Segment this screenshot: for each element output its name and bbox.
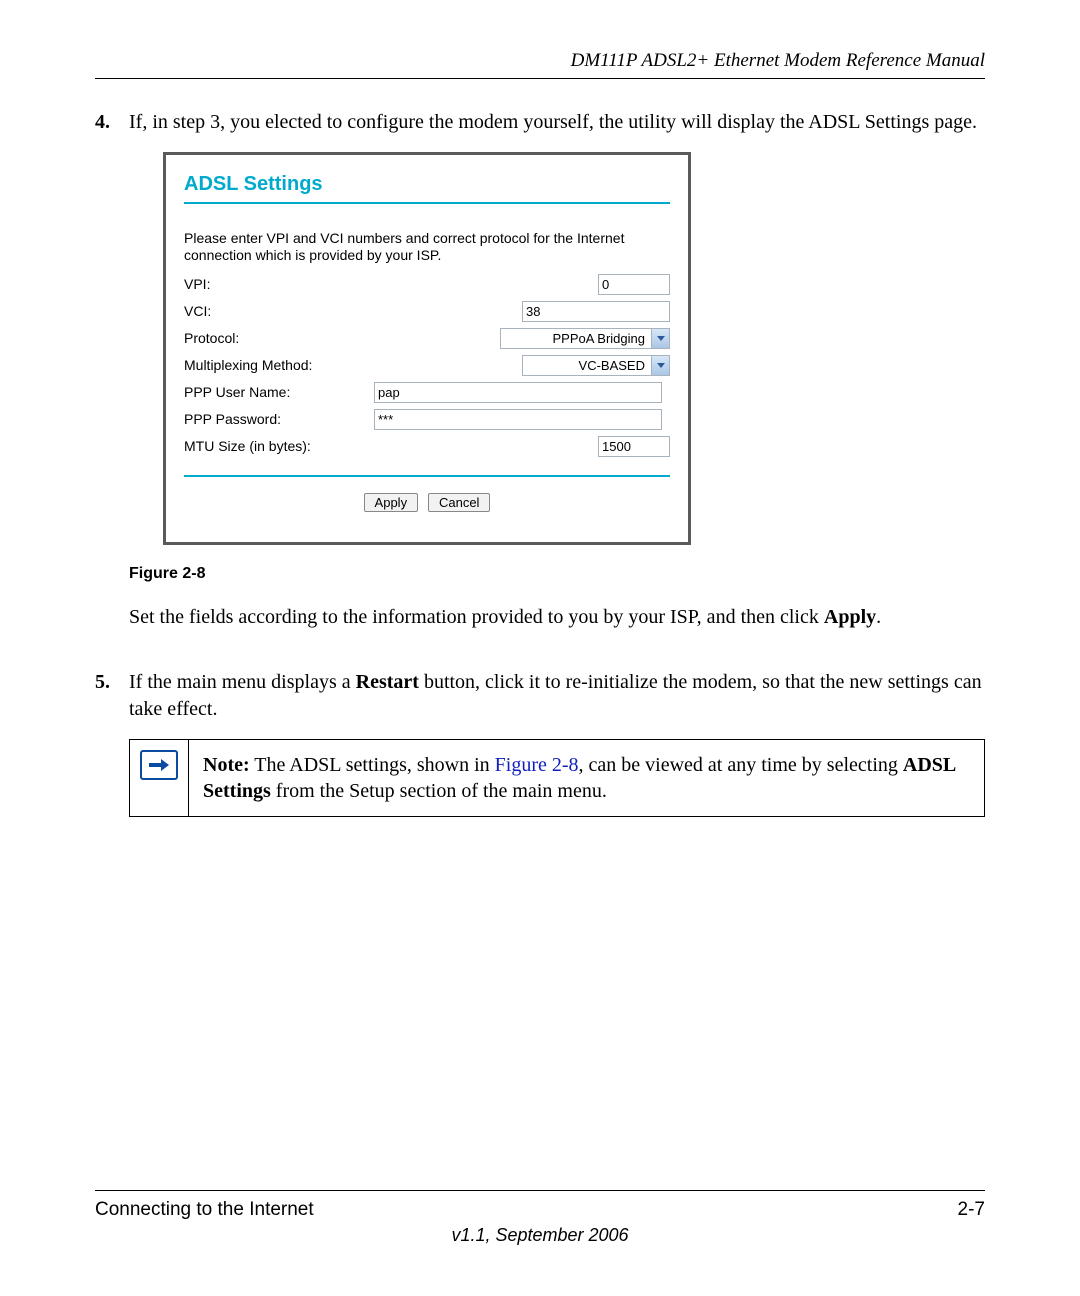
row-ppp-pass: PPP Password:	[184, 409, 670, 430]
row-vci: VCI:	[184, 301, 670, 322]
select-protocol[interactable]: PPPoA Bridging	[500, 328, 670, 349]
note-text-a: The ADSL settings, shown in	[250, 754, 495, 776]
chevron-down-icon	[651, 329, 669, 348]
footer-chapter: Connecting to the Internet	[95, 1199, 314, 1221]
footer: Connecting to the Internet 2-7 v1.1, Sep…	[95, 1190, 985, 1246]
apply-button[interactable]: Apply	[364, 493, 419, 512]
input-mtu[interactable]	[598, 436, 670, 457]
note-figure-link[interactable]: Figure 2-8	[495, 754, 579, 776]
step-5: 5. If the main menu displays a Restart b…	[95, 669, 985, 817]
row-ppp-user: PPP User Name:	[184, 382, 670, 403]
step-4-body: If, in step 3, you elected to configure …	[129, 109, 985, 649]
arrow-right-icon	[140, 750, 178, 780]
label-vci: VCI:	[184, 302, 374, 321]
adsl-settings-window: ADSL Settings Please enter VPI and VCI n…	[163, 152, 691, 545]
input-vpi[interactable]	[598, 274, 670, 295]
label-ppp-pass: PPP Password:	[184, 410, 374, 429]
step-5-body: If the main menu displays a Restart butt…	[129, 669, 985, 817]
figure-2-8: ADSL Settings Please enter VPI and VCI n…	[163, 152, 985, 545]
chevron-down-icon	[651, 356, 669, 375]
step-4: 4. If, in step 3, you elected to configu…	[95, 109, 985, 649]
figure-after-text: Set the fields according to the informat…	[129, 604, 985, 631]
step-4-text: If, in step 3, you elected to configure …	[129, 111, 977, 133]
label-ppp-user: PPP User Name:	[184, 383, 374, 402]
label-mtu: MTU Size (in bytes):	[184, 437, 374, 456]
note-icon-cell	[130, 740, 189, 816]
footer-page: 2-7	[958, 1199, 985, 1221]
after-text-b: .	[876, 606, 881, 628]
note-prefix: Note:	[203, 754, 250, 776]
restart-word: Restart	[356, 671, 419, 693]
adsl-settings-title: ADSL Settings	[184, 171, 670, 198]
row-vpi: VPI:	[184, 274, 670, 295]
adsl-title-rule	[184, 202, 670, 204]
input-vci[interactable]	[522, 301, 670, 322]
adsl-instruction: Please enter VPI and VCI numbers and cor…	[184, 230, 670, 264]
apply-word: Apply	[824, 606, 876, 628]
label-protocol: Protocol:	[184, 329, 374, 348]
footer-rule	[95, 1190, 985, 1191]
note-text: Note: The ADSL settings, shown in Figure…	[189, 740, 984, 816]
figure-caption: Figure 2-8	[129, 563, 985, 585]
button-row: Apply Cancel	[184, 493, 670, 512]
row-mtu: MTU Size (in bytes):	[184, 436, 670, 457]
after-text-a: Set the fields according to the informat…	[129, 606, 824, 628]
cancel-button[interactable]: Cancel	[428, 493, 490, 512]
note-text-c: from the Setup section of the main menu.	[271, 780, 607, 802]
step-5-text-a: If the main menu displays a	[129, 671, 356, 693]
note-box: Note: The ADSL settings, shown in Figure…	[129, 739, 985, 817]
step-4-number: 4.	[95, 109, 129, 649]
label-mux: Multiplexing Method:	[184, 356, 374, 375]
row-protocol: Protocol: PPPoA Bridging	[184, 328, 670, 349]
select-mux[interactable]: VC-BASED	[522, 355, 670, 376]
select-mux-value: VC-BASED	[523, 356, 651, 375]
header-rule	[95, 78, 985, 79]
row-mux: Multiplexing Method: VC-BASED	[184, 355, 670, 376]
label-vpi: VPI:	[184, 275, 374, 294]
step-5-number: 5.	[95, 669, 129, 817]
input-ppp-user[interactable]	[374, 382, 662, 403]
input-ppp-pass[interactable]	[374, 409, 662, 430]
adsl-bottom-rule	[184, 475, 670, 477]
doc-header-title: DM111P ADSL2+ Ethernet Modem Reference M…	[95, 50, 985, 72]
select-protocol-value: PPPoA Bridging	[501, 329, 651, 348]
footer-version: v1.1, September 2006	[95, 1225, 985, 1246]
note-text-b: , can be viewed at any time by selecting	[579, 754, 903, 776]
